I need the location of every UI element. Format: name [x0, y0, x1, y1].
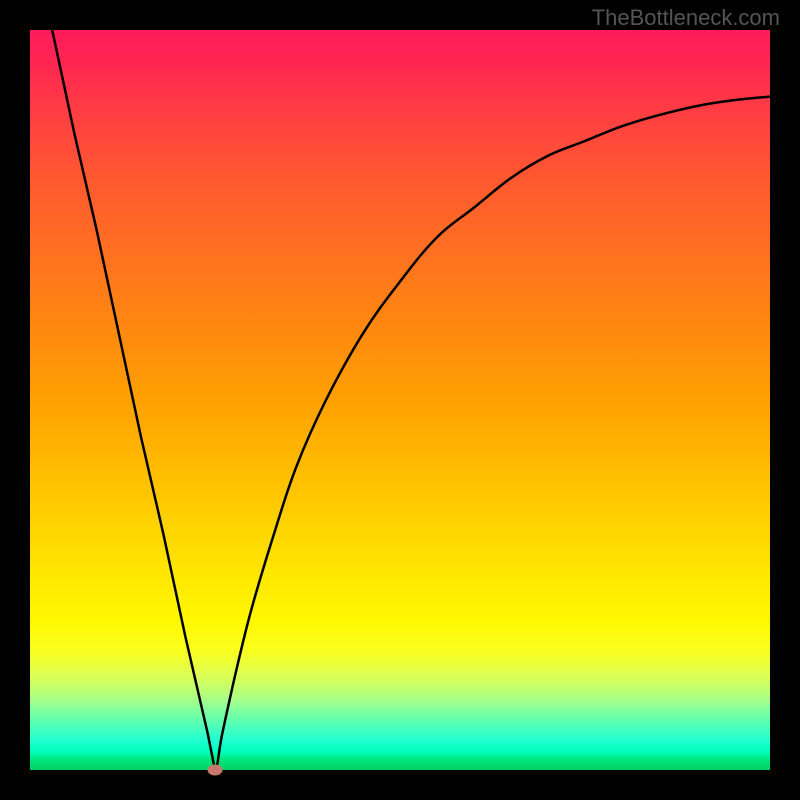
chart-plot-area	[30, 30, 770, 770]
minimum-marker	[208, 765, 223, 776]
chart-curve	[30, 30, 770, 770]
watermark-text: TheBottleneck.com	[592, 5, 780, 31]
